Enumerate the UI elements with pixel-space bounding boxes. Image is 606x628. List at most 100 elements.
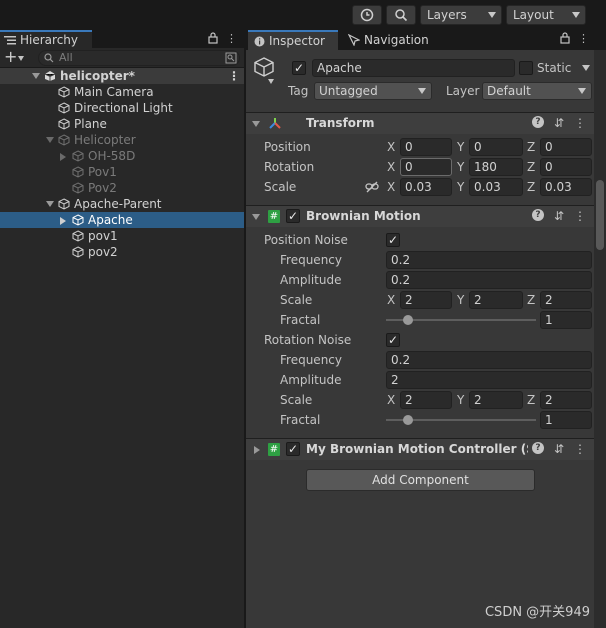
position-y-field[interactable]: 0 xyxy=(469,138,523,156)
foldout-closed-icon[interactable] xyxy=(60,217,66,225)
hierarchy-item[interactable]: Helicopter xyxy=(0,132,244,148)
foldout-open-icon[interactable] xyxy=(32,73,40,79)
axis-z-label: Z xyxy=(527,393,536,407)
position-scale-y-field[interactable]: 2 xyxy=(469,291,523,309)
add-icon[interactable]: + xyxy=(4,49,17,65)
add-component-button[interactable]: Add Component xyxy=(306,469,535,491)
gameobject-cube-icon xyxy=(72,166,84,178)
presets-icon[interactable]: ⇵ xyxy=(554,209,564,223)
kebab-menu-icon[interactable]: ⋮ xyxy=(574,442,586,456)
kebab-menu-icon[interactable]: ⋮ xyxy=(578,32,589,45)
position-noise-checkbox[interactable]: ✓ xyxy=(386,233,400,247)
chevron-down-icon[interactable] xyxy=(268,79,274,84)
position-fractal-field[interactable]: 1 xyxy=(540,311,592,329)
foldout-open-icon[interactable] xyxy=(46,137,54,143)
layer-dropdown[interactable]: Default xyxy=(482,82,592,100)
tab-inspector[interactable]: Inspector xyxy=(248,30,338,50)
component-enabled-checkbox[interactable]: ✓ xyxy=(286,209,300,223)
rotation-y-field[interactable]: 180 xyxy=(469,158,523,176)
kebab-menu-icon[interactable]: ⋮ xyxy=(226,32,237,45)
tab-navigation[interactable]: Navigation xyxy=(346,30,429,50)
chevron-down-icon[interactable] xyxy=(582,65,590,71)
help-icon[interactable]: ? xyxy=(531,209,544,221)
search-filter-icon[interactable] xyxy=(225,52,237,64)
inspector-scrollbar[interactable] xyxy=(594,50,606,628)
gameobject-cube-icon xyxy=(72,214,84,226)
kebab-menu-icon[interactable]: ⋮ xyxy=(228,68,240,84)
tag-dropdown[interactable]: Untagged xyxy=(314,82,432,100)
layers-dropdown[interactable]: Layers xyxy=(420,5,502,25)
rotation-scale-z-field[interactable]: 2 xyxy=(540,391,592,409)
foldout-open-icon[interactable] xyxy=(46,201,54,207)
scale-y-field[interactable]: 0.03 xyxy=(469,178,523,196)
foldout-closed-icon[interactable] xyxy=(60,153,66,161)
foldout-open-icon[interactable] xyxy=(252,121,260,127)
component-enabled-checkbox[interactable]: ✓ xyxy=(286,442,300,456)
scene-row-helicopter[interactable]: helicopter* ⋮ xyxy=(0,68,244,84)
axis-y-label: Y xyxy=(457,160,465,174)
rotation-amplitude-value: 2 xyxy=(391,373,399,387)
search-button[interactable] xyxy=(386,5,416,25)
brownian-motion-header[interactable]: # ✓ Brownian Motion ? ⇵ ⋮ xyxy=(246,205,594,227)
rotation-fractal-field[interactable]: 1 xyxy=(540,411,592,429)
rotation-x-field[interactable]: 0 xyxy=(400,158,452,176)
lock-icon[interactable] xyxy=(208,32,218,44)
rotation-fractal-slider-knob[interactable] xyxy=(403,415,413,425)
scale-z-value: 0.03 xyxy=(545,180,572,194)
hierarchy-item-selected[interactable]: Apache xyxy=(0,212,244,228)
position-z-field[interactable]: 0 xyxy=(540,138,592,156)
tab-hierarchy[interactable]: Hierarchy xyxy=(0,30,92,48)
hierarchy-item[interactable]: pov1 xyxy=(0,228,244,244)
search-input[interactable]: All xyxy=(38,50,240,66)
layer-value: Default xyxy=(487,84,531,98)
hierarchy-item[interactable]: Main Camera xyxy=(0,84,244,100)
foldout-open-icon[interactable] xyxy=(252,214,260,220)
history-button[interactable] xyxy=(352,5,382,25)
static-checkbox[interactable] xyxy=(519,61,533,75)
rotation-frequency-field[interactable]: 0.2 xyxy=(386,351,592,369)
position-x-field[interactable]: 0 xyxy=(400,138,452,156)
hierarchy-item[interactable]: Apache-Parent xyxy=(0,196,244,212)
hierarchy-panel: Hierarchy ⋮ + All helicopter* ⋮ Main Cam… xyxy=(0,30,244,628)
chevron-down-icon xyxy=(418,88,426,94)
rotation-scale-y-field[interactable]: 2 xyxy=(469,391,523,409)
foldout-closed-icon[interactable] xyxy=(254,446,260,454)
scale-label: Scale xyxy=(264,180,297,194)
position-amplitude-field[interactable]: 0.2 xyxy=(386,271,592,289)
object-name-field[interactable]: Apache xyxy=(312,59,515,77)
hierarchy-item[interactable]: Plane xyxy=(0,116,244,132)
help-icon[interactable]: ? xyxy=(531,116,544,128)
hierarchy-item[interactable]: Pov2 xyxy=(0,180,244,196)
inspector-scroll-thumb[interactable] xyxy=(596,180,604,250)
position-scale-x-field[interactable]: 2 xyxy=(400,291,452,309)
kebab-menu-icon[interactable]: ⋮ xyxy=(574,116,586,130)
kebab-menu-icon[interactable]: ⋮ xyxy=(574,209,586,223)
hierarchy-item[interactable]: Pov1 xyxy=(0,164,244,180)
presets-icon[interactable]: ⇵ xyxy=(554,442,564,456)
help-icon[interactable]: ? xyxy=(531,442,544,454)
controller-script-header[interactable]: # ✓ My Brownian Motion Controller (Scrip… xyxy=(246,438,594,460)
transform-header[interactable]: Transform ? ⇵ ⋮ xyxy=(246,112,594,134)
scale-z-field[interactable]: 0.03 xyxy=(540,178,592,196)
scale-x-field[interactable]: 0.03 xyxy=(400,178,452,196)
position-frequency-field[interactable]: 0.2 xyxy=(386,251,592,269)
hierarchy-item[interactable]: pov2 xyxy=(0,244,244,260)
rotation-noise-checkbox[interactable]: ✓ xyxy=(386,333,400,347)
rotation-z-field[interactable]: 0 xyxy=(540,158,592,176)
presets-icon[interactable]: ⇵ xyxy=(554,116,564,130)
rotation-scale-y-value: 2 xyxy=(474,393,482,407)
position-scale-z-field[interactable]: 2 xyxy=(540,291,592,309)
layout-dropdown[interactable]: Layout xyxy=(506,5,586,25)
rotation-amplitude-field[interactable]: 2 xyxy=(386,371,592,389)
hierarchy-item[interactable]: OH-58D xyxy=(0,148,244,164)
hierarchy-item[interactable]: Directional Light xyxy=(0,100,244,116)
active-checkbox[interactable]: ✓ xyxy=(292,61,306,75)
hierarchy-item-label: Apache-Parent xyxy=(74,197,162,211)
chevron-down-icon[interactable] xyxy=(18,56,24,61)
lock-icon[interactable] xyxy=(560,32,570,44)
position-fractal-slider-knob[interactable] xyxy=(403,315,413,325)
rotation-scale-x-field[interactable]: 2 xyxy=(400,391,452,409)
constrain-proportions-icon[interactable] xyxy=(365,181,379,193)
position-amplitude-value: 0.2 xyxy=(391,273,411,287)
hierarchy-item-label: Helicopter xyxy=(74,133,136,147)
